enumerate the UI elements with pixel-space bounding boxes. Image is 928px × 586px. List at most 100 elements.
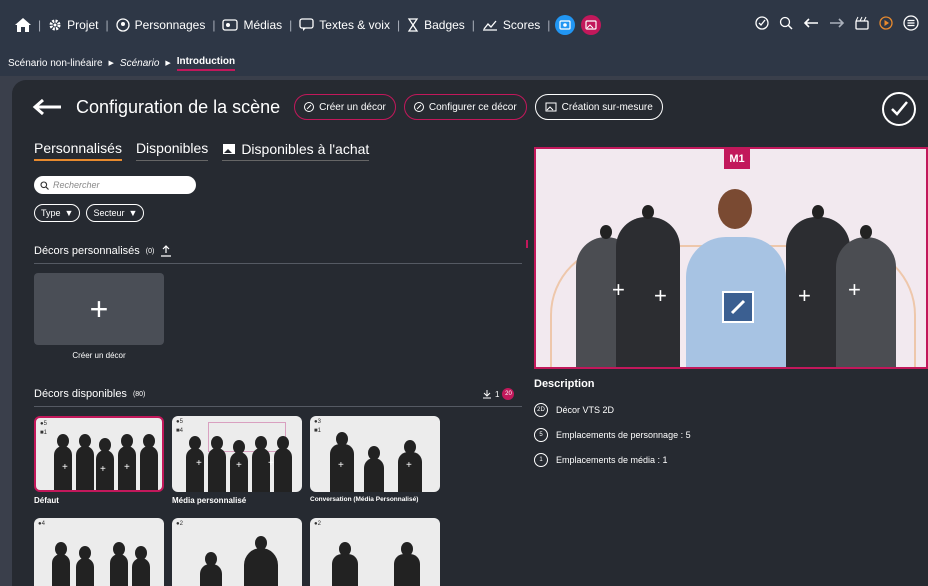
custom-creation-label: Création sur-mesure [561, 101, 653, 113]
description-characters: Emplacements de personnage : 5 [556, 430, 691, 440]
validate-button[interactable] [882, 92, 916, 126]
tab-personnalises[interactable]: Personnalisés [34, 140, 122, 161]
tab-disponibles-achat[interactable]: Disponibles à l'achat [222, 140, 370, 161]
decor-card-label: Conversation (Média Personnalisé) [310, 496, 419, 503]
decor-card[interactable]: ●2 [172, 518, 302, 586]
home-button[interactable] [10, 18, 36, 32]
media-marker: M1 [724, 149, 750, 169]
silhouette [200, 552, 222, 586]
add-character-slot[interactable]: + [654, 283, 667, 309]
plus-icon: + [196, 458, 202, 469]
breadcrumb-mid[interactable]: Scénario [120, 58, 159, 69]
image-view-button[interactable] [581, 15, 602, 35]
nav-personnages-label: Personnages [134, 18, 206, 32]
scene-icon [559, 20, 572, 30]
character-slots-icon: ●3 [314, 419, 321, 425]
clapperboard-icon[interactable] [855, 16, 869, 30]
configure-decor-button[interactable]: Configurer ce décor [403, 94, 527, 120]
decor-card-conversation[interactable]: ●3 ■1 + + [310, 416, 440, 492]
divider [34, 406, 522, 407]
decor-card[interactable]: ●2 [310, 518, 440, 586]
badge-icon [407, 18, 419, 32]
decor-card-default[interactable]: ●5 ■1 + + + [34, 416, 164, 492]
nav-textes-voix[interactable]: Textes & voix [294, 18, 395, 32]
nav-projet[interactable]: Projet [43, 18, 103, 32]
media-slots-icon: ■1 [40, 430, 47, 436]
silhouette [332, 542, 358, 586]
media-slots-icon: ■1 [314, 428, 321, 434]
download-icon[interactable] [482, 389, 492, 399]
arrow-right-icon[interactable] [829, 17, 845, 29]
silhouette [616, 205, 680, 367]
plus-icon: + [236, 460, 242, 471]
search-placeholder: Rechercher [53, 180, 100, 190]
create-decor-tile[interactable]: + [34, 273, 164, 345]
silhouette [398, 440, 422, 492]
decor-card[interactable]: ●4 [34, 518, 164, 586]
character-slots-icon: ●4 [38, 521, 45, 527]
description-media: Emplacements de média : 1 [556, 455, 668, 465]
silhouette [186, 436, 204, 492]
silhouette [252, 436, 270, 492]
type-badge-icon: 2D [534, 403, 548, 417]
page-title: Configuration de la scène [76, 96, 281, 117]
tab-disponibles[interactable]: Disponibles [135, 140, 209, 161]
media-icon [222, 19, 239, 31]
description-title: Description [534, 378, 595, 390]
search-input[interactable]: Rechercher [34, 176, 196, 194]
gear-icon [49, 19, 61, 31]
character-slots-icon: ●5 [40, 421, 47, 427]
create-decor-caption: Créer un décor [72, 351, 126, 360]
add-character-slot[interactable]: + [612, 277, 625, 303]
type-filter[interactable]: Type ▼ [34, 204, 81, 222]
decor-tabs: Personnalisés Disponibles Disponibles à … [34, 140, 370, 161]
silhouette [274, 436, 292, 492]
plus-icon: + [268, 458, 274, 469]
back-arrow-icon[interactable] [32, 98, 62, 116]
zoom-icon[interactable] [779, 16, 793, 30]
sector-filter[interactable]: Secteur ▼ [86, 204, 145, 222]
nav-scores[interactable]: Scores [477, 18, 545, 32]
pencil-icon [304, 102, 315, 112]
nav-medias[interactable]: Médias [217, 18, 287, 32]
add-character-slot[interactable]: + [798, 283, 811, 309]
filter-bar: Type ▼ Secteur ▼ [34, 204, 145, 222]
silhouette [76, 434, 94, 490]
silhouette [110, 542, 128, 586]
silhouette [140, 434, 158, 490]
plus-icon: + [124, 462, 130, 473]
plus-icon: + [89, 290, 109, 327]
arrow-left-icon[interactable] [803, 17, 819, 29]
add-character-slot[interactable]: + [848, 277, 861, 303]
silhouette [76, 546, 94, 586]
scene-preview[interactable]: M1 + + + + [534, 147, 928, 369]
scene-config-panel: Configuration de la scène Créer un décor… [12, 80, 928, 586]
silhouette [836, 225, 896, 367]
silhouette [52, 542, 70, 586]
plus-icon: + [338, 460, 344, 471]
menu-icon[interactable] [903, 15, 919, 31]
create-decor-button[interactable]: Créer un décor [294, 94, 396, 120]
tab-disponibles-achat-label: Disponibles à l'achat [241, 140, 370, 157]
decor-card-label: Défaut [34, 496, 59, 505]
media-slots-icon: ■4 [176, 428, 183, 434]
nav-personnages[interactable]: Personnages [111, 18, 211, 32]
custom-decors-header: Décors personnalisés (0) [34, 245, 172, 257]
decor-card-custom-media[interactable]: ●5 ■4 + + + [172, 416, 302, 492]
edit-character-button[interactable] [722, 291, 754, 323]
toolbar-right [755, 15, 919, 31]
play-icon[interactable] [879, 16, 893, 30]
available-decors-header: Décors disponibles (80) [34, 388, 145, 400]
scene-view-button[interactable] [555, 15, 576, 35]
custom-creation-button[interactable]: Création sur-mesure [534, 94, 663, 120]
upload-icon[interactable] [160, 245, 172, 257]
breadcrumb-current: Introduction [176, 56, 236, 71]
check-circle-icon[interactable] [755, 16, 769, 30]
count-badge: 20 [502, 388, 515, 400]
breadcrumb-root[interactable]: Scénario non-linéaire [8, 58, 103, 69]
nav-badges[interactable]: Badges [402, 18, 470, 32]
nav-medias-label: Médias [243, 18, 283, 32]
plus-icon: + [62, 462, 68, 473]
character-head [718, 189, 752, 229]
custom-decors-count: (0) [145, 247, 155, 255]
